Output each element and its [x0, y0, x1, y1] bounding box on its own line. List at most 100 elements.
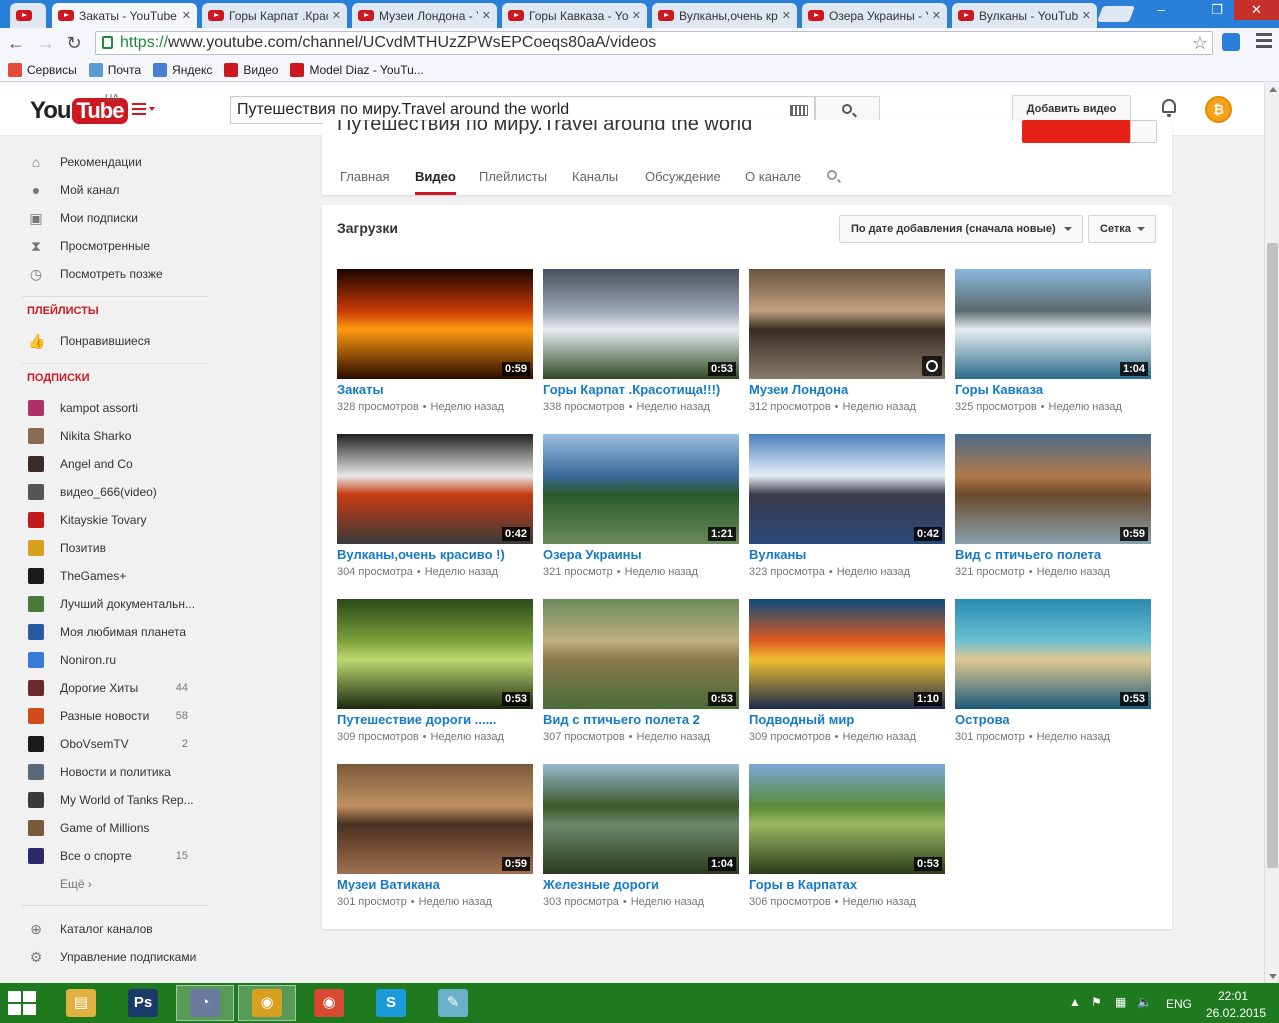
- keyboard-icon[interactable]: [790, 105, 808, 116]
- browser-tab[interactable]: Горы Карпат .Красотища ✕: [202, 3, 347, 28]
- taskbar-app[interactable]: ✎: [424, 985, 482, 1021]
- video-card[interactable]: 0:59 Закаты 328 просмотров • Неделю назад: [337, 269, 533, 419]
- browser-tab[interactable]: Вулканы - YouTube ✕: [952, 3, 1097, 28]
- bookmark-item[interactable]: Видео: [224, 62, 278, 77]
- channel-tab[interactable]: Плейлисты: [479, 169, 547, 195]
- close-window-button[interactable]: ✕: [1234, 0, 1279, 20]
- video-thumbnail[interactable]: 0:42: [749, 434, 945, 544]
- address-bar[interactable]: https://www.youtube.com/channel/UCvdMTHU…: [95, 31, 1213, 55]
- video-title[interactable]: Музеи Ватикана: [337, 877, 533, 892]
- bookmark-item[interactable]: Почта: [88, 62, 141, 77]
- avatar[interactable]: ₿: [1205, 96, 1232, 123]
- forward-arrow-icon[interactable]: →: [36, 33, 56, 53]
- channel-tab[interactable]: Видео: [415, 169, 456, 195]
- guide-item[interactable]: Позитив: [28, 538, 218, 558]
- video-card[interactable]: 1:21 Озера Украины 321 просмотр • Неделю наз…: [543, 434, 739, 584]
- minimize-button[interactable]: –: [1147, 0, 1175, 20]
- video-thumbnail[interactable]: 0:53: [337, 599, 533, 709]
- video-title[interactable]: Железные дороги: [543, 877, 739, 892]
- video-card[interactable]: 0:42 Вулканы,очень красиво !) 304 просмотр…: [337, 434, 533, 584]
- guide-item[interactable]: ⚙ Управление подписками: [28, 947, 218, 967]
- guide-item[interactable]: Nikita Sharko: [28, 426, 218, 446]
- video-card[interactable]: 0:59 Вид с птичьего полета 321 просмотр • Не…: [955, 434, 1151, 584]
- video-card[interactable]: 0:42 Вулканы 323 просмотра • Неделю назад: [749, 434, 945, 584]
- video-title[interactable]: Вулканы,очень красиво !): [337, 547, 533, 562]
- browser-tab[interactable]: Озера Украины - YouTube ✕: [802, 3, 947, 28]
- browser-tab[interactable]: Музеи Лондона - YouTube ✕: [352, 3, 497, 28]
- video-card[interactable]: 1:04 Горы Кавказа 325 просмотров • Неделю на…: [955, 269, 1151, 419]
- reload-icon[interactable]: ↻: [64, 33, 84, 53]
- sort-select[interactable]: По дате добавления (сначала новые): [839, 215, 1083, 243]
- video-card[interactable]: 0:53 Вид с птичьего полета 2 307 просмотро…: [543, 599, 739, 749]
- guide-menu-icon[interactable]: [132, 103, 155, 115]
- bookmark-item[interactable]: Model Diaz - YouTu...: [290, 62, 424, 77]
- subscribe-button[interactable]: [1022, 120, 1157, 143]
- video-title[interactable]: Закаты: [337, 382, 533, 397]
- scroll-down-arrow-icon[interactable]: [1269, 974, 1277, 979]
- guide-item[interactable]: ⊕ Каталог каналов: [28, 919, 218, 939]
- video-title[interactable]: Острова: [955, 712, 1151, 727]
- taskbar-app[interactable]: ◉: [300, 985, 358, 1021]
- tab-close-icon[interactable]: ✕: [932, 9, 941, 22]
- tab-close-icon[interactable]: ✕: [332, 9, 341, 22]
- video-title[interactable]: Музеи Лондона: [749, 382, 945, 397]
- bookmark-star-icon[interactable]: ☆: [1192, 32, 1208, 54]
- guide-item[interactable]: Все о спорте 15: [28, 846, 218, 866]
- youtube-logo[interactable]: You Tube UA: [30, 93, 129, 125]
- taskbar-app[interactable]: ◔: [176, 985, 234, 1021]
- video-title[interactable]: Путешествие дороги ......: [337, 712, 533, 727]
- video-title[interactable]: Горы в Карпатах: [749, 877, 945, 892]
- watch-later-icon[interactable]: [922, 356, 942, 376]
- video-title[interactable]: Горы Кавказа: [955, 382, 1151, 397]
- video-card[interactable]: 1:04 Железные дороги 303 просмотра • Неделю …: [543, 764, 739, 914]
- tab-close-icon[interactable]: ✕: [1082, 9, 1091, 22]
- scroll-up-arrow-icon[interactable]: [1269, 87, 1277, 92]
- video-thumbnail[interactable]: 0:53: [749, 764, 945, 874]
- tab-close-icon[interactable]: ✕: [632, 9, 641, 22]
- video-title[interactable]: Подводный мир: [749, 712, 945, 727]
- video-thumbnail[interactable]: 0:59: [955, 434, 1151, 544]
- chrome-menu-icon[interactable]: [1256, 33, 1272, 49]
- video-thumbnail[interactable]: [749, 269, 945, 379]
- channel-search-icon[interactable]: [827, 170, 837, 180]
- video-thumbnail[interactable]: 0:53: [543, 269, 739, 379]
- clock-time[interactable]: 22:01: [1218, 989, 1248, 1003]
- upload-button[interactable]: Добавить видео: [1012, 95, 1131, 123]
- video-thumbnail[interactable]: 0:53: [955, 599, 1151, 709]
- guide-item[interactable]: Моя любимая планета: [28, 622, 218, 642]
- channel-tab[interactable]: Главная: [340, 169, 389, 195]
- video-title[interactable]: Вулканы: [749, 547, 945, 562]
- taskbar-app[interactable]: ◉: [238, 985, 296, 1021]
- guide-item[interactable]: Angel and Co: [28, 454, 218, 474]
- network-icon[interactable]: ▦: [1115, 995, 1126, 1009]
- video-card[interactable]: 0:53 Путешествие дороги ...... 309 просмот…: [337, 599, 533, 749]
- video-thumbnail[interactable]: 0:59: [337, 269, 533, 379]
- video-card[interactable]: 0:53 Горы Карпат .Красотища!!!) 338 просмо…: [543, 269, 739, 419]
- guide-item[interactable]: Game of Millions: [28, 818, 218, 838]
- clock-date[interactable]: 26.02.2015: [1206, 1006, 1266, 1020]
- guide-item[interactable]: ◷ Посмотреть позже: [28, 264, 218, 284]
- tab-close-icon[interactable]: ✕: [782, 9, 791, 22]
- guide-item[interactable]: ObоVsemTV 2: [28, 734, 218, 754]
- browser-tab[interactable]: Горы Кавказа - YouTube ✕: [502, 3, 647, 28]
- video-title[interactable]: Горы Карпат .Красотища!!!): [543, 382, 739, 397]
- video-thumbnail[interactable]: 0:42: [337, 434, 533, 544]
- new-tab-button[interactable]: [1097, 6, 1135, 22]
- channel-tab[interactable]: Каналы: [572, 169, 618, 195]
- video-card[interactable]: Музеи Лондона 312 просмотров • Неделю назад: [749, 269, 945, 419]
- guide-item[interactable]: My World of Tanks Rep...: [28, 790, 218, 810]
- guide-item[interactable]: Дорогие Хиты 44: [28, 678, 218, 698]
- guide-item[interactable]: ▣ Мои подписки: [28, 208, 218, 228]
- windows-start-icon[interactable]: [8, 991, 38, 1017]
- tab-close-icon[interactable]: ✕: [182, 9, 191, 22]
- video-thumbnail[interactable]: 1:04: [955, 269, 1151, 379]
- guide-item[interactable]: ● Мой канал: [28, 180, 218, 200]
- tab-close-icon[interactable]: ✕: [482, 9, 491, 22]
- video-title[interactable]: Вид с птичьего полета 2: [543, 712, 739, 727]
- taskbar-app[interactable]: S: [362, 985, 420, 1021]
- bookmark-item[interactable]: Яндекс: [153, 62, 212, 77]
- video-title[interactable]: Озера Украины: [543, 547, 739, 562]
- notifications-bell-icon[interactable]: [1160, 99, 1178, 119]
- guide-item[interactable]: TheGames+: [28, 566, 218, 586]
- extension-icon[interactable]: [1222, 33, 1240, 51]
